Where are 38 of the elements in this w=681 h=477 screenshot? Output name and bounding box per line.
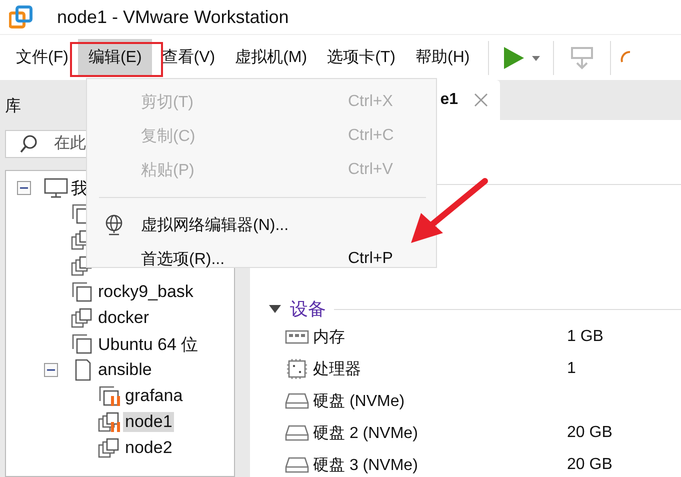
menu-entry[interactable]: 虚拟网络编辑器(N)... [87,208,436,242]
expander-icon[interactable] [44,363,58,377]
tree-item[interactable]: ansible [96,360,154,380]
device-value: 1 GB [567,328,604,346]
tree-item[interactable]: node2 [123,438,174,458]
tree-item[interactable]: grafana [123,386,185,406]
globe-icon [104,214,124,236]
library-title: 库 [5,98,21,115]
menu-item[interactable]: 文件(F) [6,39,78,76]
device-name: 处理器 [313,360,362,380]
device-name: 硬盘 2 (NVMe) [313,424,419,444]
processor-icon [285,358,309,380]
tree-item[interactable]: rocky9_bask [96,282,196,302]
tree-item[interactable]: node1 [123,412,174,432]
device-value: 20 GB [567,424,612,442]
section-title: 设备 [290,298,326,321]
tree-item[interactable]: docker [96,308,152,328]
computer-icon [44,177,68,199]
device-value: 1 [567,360,576,378]
app-logo-icon [9,5,33,29]
device-name: 硬盘 3 (NVMe) [313,456,419,476]
memory-icon [285,329,309,345]
device-name: 内存 [313,328,346,348]
menu-entry[interactable]: 首选项(R)... Ctrl+P [87,242,436,276]
collapse-triangle-icon[interactable] [268,304,282,314]
expander-icon[interactable] [17,181,31,195]
window-title: node1 - VMware Workstation [57,6,289,28]
menu-item[interactable]: 查看(V) [152,39,226,76]
device-value: 20 GB [567,456,612,474]
tree-item[interactable]: Ubuntu 64 位 [96,332,200,356]
menu-item[interactable]: 编辑(E) [78,39,152,76]
menu-item[interactable]: 虚拟机(M) [225,39,318,76]
device-name: 硬盘 (NVMe) [313,392,406,412]
menu-item[interactable]: 选项卡(T) [317,39,406,76]
menu-item[interactable]: 帮助(H) [406,39,480,76]
close-icon[interactable] [474,93,488,107]
search-icon [19,134,39,154]
tab-label: e1 [440,91,458,109]
